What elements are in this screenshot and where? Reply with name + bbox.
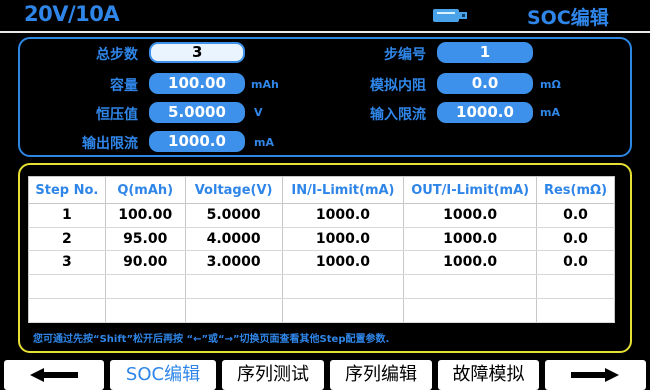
table-cell: 3.0000 (184, 250, 283, 275)
column-header[interactable]: IN/I-Limit(mA) (281, 176, 405, 204)
table-header-row: Step No. Q(mAh) Voltage(V) IN/I-Limit(mA… (28, 176, 615, 204)
sim-resistance-label: 模拟内阻 (370, 78, 426, 94)
input-limit-field[interactable]: 1000.0 (437, 102, 533, 123)
table-cell: 1 (28, 203, 106, 228)
sequence-edit-button[interactable]: 序列编辑 (330, 360, 432, 390)
total-steps-label: 总步数 (96, 47, 138, 63)
table-cell: 1000.0 (403, 203, 538, 228)
output-limit-label: 输出限流 (82, 136, 138, 152)
column-header[interactable]: OUT/I-Limit(mA) (403, 176, 538, 204)
capacity-label: 容量 (110, 78, 138, 94)
range-indicator: 20V/10A (24, 2, 120, 26)
table-cell: 100.00 (104, 203, 186, 228)
column-header[interactable]: Res(mΩ) (536, 176, 615, 204)
cv-value-label: 恒压值 (96, 107, 138, 123)
arrow-right-icon (571, 368, 619, 382)
column-header[interactable]: Step No. (28, 176, 106, 204)
input-limit-label: 输入限流 (370, 107, 426, 123)
column-header[interactable]: Voltage(V) (184, 176, 283, 204)
fault-sim-button[interactable]: 故障模拟 (438, 360, 539, 390)
table-cell: 90.00 (104, 250, 186, 275)
table-cell: 0.0 (536, 227, 615, 251)
table-cell: 1000.0 (281, 203, 405, 228)
step-no-label: 步编号 (384, 47, 426, 63)
table-row-empty (28, 274, 615, 299)
table-cell: 0.0 (536, 250, 615, 275)
total-steps-field[interactable]: 3 (149, 42, 245, 63)
table-cell: 1000.0 (281, 250, 405, 275)
sequence-test-button[interactable]: 序列测试 (222, 360, 324, 390)
table-cell: 1000.0 (403, 250, 538, 275)
table-cell: 1000.0 (403, 227, 538, 251)
cv-value-field[interactable]: 5.0000 (149, 102, 245, 123)
sim-resistance-unit: mΩ (540, 78, 561, 91)
soc-edit-button[interactable]: SOC编辑 (110, 360, 216, 390)
table-cell: 3 (28, 250, 106, 275)
table-cell: 2 (28, 227, 106, 251)
capacity-field[interactable]: 100.00 (149, 73, 245, 94)
table-cell: 5.0000 (184, 203, 283, 228)
column-header[interactable]: Q(mAh) (104, 176, 186, 204)
table-row[interactable]: 1 100.00 5.0000 1000.0 1000.0 0.0 (28, 203, 615, 228)
table-row[interactable]: 2 95.00 4.0000 1000.0 1000.0 0.0 (28, 227, 615, 251)
table-cell: 0.0 (536, 203, 615, 228)
output-limit-unit: mA (254, 136, 274, 149)
capacity-unit: mAh (251, 78, 279, 91)
table-cell: 4.0000 (184, 227, 283, 251)
header-divider (0, 31, 650, 33)
arrow-left-icon (30, 368, 78, 382)
input-limit-unit: mA (540, 106, 560, 119)
prev-page-button[interactable] (4, 360, 104, 390)
table-row[interactable]: 3 90.00 3.0000 1000.0 1000.0 0.0 (28, 250, 615, 275)
table-row-empty (28, 298, 615, 323)
table-cell: 95.00 (104, 227, 186, 251)
usb-icon (433, 7, 467, 23)
mode-title: SOC编辑 (527, 7, 609, 29)
output-limit-field[interactable]: 1000.0 (149, 131, 245, 152)
next-page-button[interactable] (545, 360, 646, 390)
table-cell: 1000.0 (281, 227, 405, 251)
navigation-hint: 您可通过先按“Shift”松开后再按 “←”或“→”切换页面查看其他Step配置… (33, 334, 390, 345)
step-no-field[interactable]: 1 (437, 42, 533, 63)
step-table: Step No. Q(mAh) Voltage(V) IN/I-Limit(mA… (28, 176, 615, 323)
cv-value-unit: V (254, 106, 263, 119)
sim-resistance-field[interactable]: 0.0 (437, 73, 533, 94)
